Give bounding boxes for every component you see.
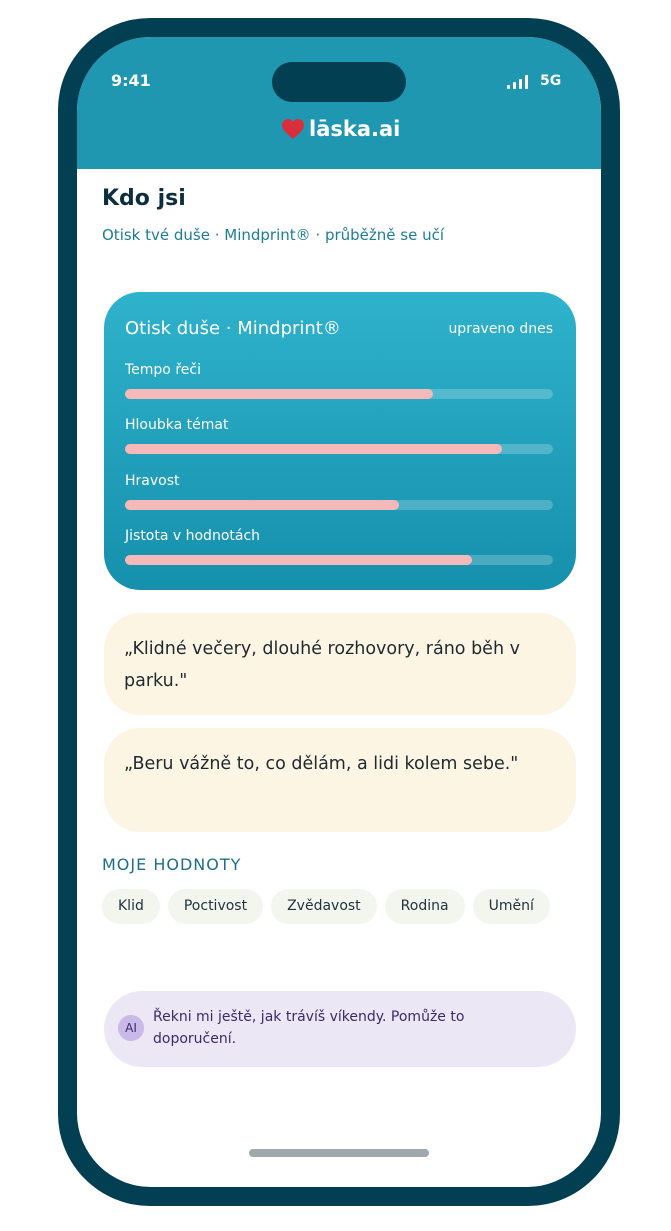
value-chip-rodina[interactable]: Rodina bbox=[384, 889, 465, 924]
metric-track bbox=[125, 444, 553, 454]
ai-prompt-bubble[interactable]: AI Řekni mi ještě, jak trávíš víkendy. P… bbox=[104, 991, 576, 1067]
page-subtitle: Otisk tvé duše · Mindprint® · průběžně s… bbox=[102, 226, 444, 244]
metric-label: Jistota v hodnotách bbox=[125, 528, 261, 544]
ai-prompt-text: Řekni mi ještě, jak trávíš víkendy. Pomů… bbox=[153, 1009, 465, 1047]
app-header: 9:41 5G lāska.ai bbox=[77, 37, 601, 169]
page-title: Kdo jsi bbox=[102, 186, 186, 211]
values-heading: MOJE HODNOTY bbox=[102, 855, 242, 874]
quote-card: „Klidné večery, dlouhé rozhovory, ráno b… bbox=[104, 613, 576, 715]
network-type: 5G bbox=[540, 73, 562, 89]
values-chip-list: Klid Poctivost Zvědavost Rodina Umění bbox=[102, 889, 572, 924]
metric-fill bbox=[125, 444, 502, 454]
metric-tempo: Tempo řeči bbox=[125, 362, 553, 399]
mindprint-updated: upraveno dnes bbox=[448, 321, 553, 337]
metric-track bbox=[125, 389, 553, 399]
metric-label: Hravost bbox=[125, 473, 180, 489]
value-chip-zvedavost[interactable]: Zvědavost bbox=[271, 889, 377, 924]
mindprint-title: Otisk duše · Mindprint® bbox=[125, 318, 341, 339]
metric-playfulness: Hravost bbox=[125, 473, 553, 510]
value-chip-poctivost[interactable]: Poctivost bbox=[167, 889, 264, 924]
metric-depth: Hloubka témat bbox=[125, 417, 553, 454]
metric-fill bbox=[125, 389, 434, 399]
heart-icon bbox=[282, 119, 304, 139]
metric-track bbox=[125, 500, 553, 510]
mindprint-card[interactable]: Otisk duše · Mindprint® upraveno dnes Te… bbox=[104, 292, 576, 590]
signal-bars-icon bbox=[507, 75, 528, 89]
metric-label: Tempo řeči bbox=[125, 362, 201, 378]
metric-track bbox=[125, 555, 553, 565]
metric-fill bbox=[125, 500, 399, 510]
ai-avatar: AI bbox=[118, 1015, 144, 1041]
value-chip-umeni[interactable]: Umění bbox=[472, 889, 550, 924]
metric-values-confidence: Jistota v hodnotách bbox=[125, 528, 553, 565]
phone-frame: 9:41 5G lāska.ai Kdo jsi Otisk tvé duše … bbox=[58, 18, 620, 1206]
quote-card: „Beru vážně to, co dělám, a lidi kolem s… bbox=[104, 728, 576, 832]
metric-label: Hloubka témat bbox=[125, 417, 229, 433]
status-time: 9:41 bbox=[111, 71, 151, 90]
home-indicator[interactable] bbox=[249, 1149, 429, 1157]
metric-fill bbox=[125, 555, 472, 565]
brand-name: lāska.ai bbox=[309, 117, 401, 141]
value-chip-klid[interactable]: Klid bbox=[102, 889, 160, 924]
dynamic-island bbox=[272, 62, 406, 102]
app-screen: 9:41 5G lāska.ai Kdo jsi Otisk tvé duše … bbox=[77, 37, 601, 1187]
brand-logo[interactable]: lāska.ai bbox=[281, 117, 400, 141]
